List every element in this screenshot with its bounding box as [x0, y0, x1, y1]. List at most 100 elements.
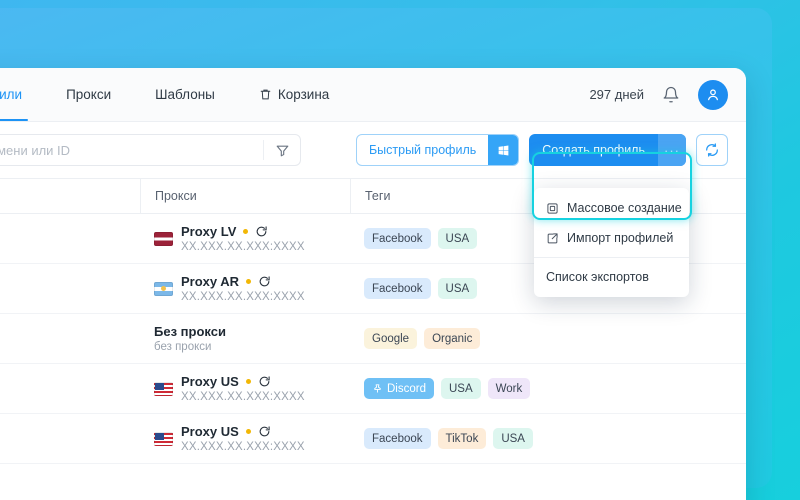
- proxy-name-line: Proxy LV: [181, 224, 305, 239]
- dropdown-separator: [534, 257, 689, 258]
- proxy-address: XX.XXX.XX.XXX:XXXX: [181, 391, 305, 403]
- tag-list: Discord USA Work: [364, 378, 530, 399]
- proxy-name: Proxy US: [181, 424, 239, 439]
- dropdown-item-import-profiles[interactable]: Импорт профилей: [534, 223, 689, 253]
- cell-description: [0, 214, 140, 263]
- reload-icon[interactable]: [258, 425, 271, 438]
- proxy-info: Proxy LV XX.XXX.XX.XXX:XXXX: [181, 224, 305, 253]
- tag-label: Organic: [432, 333, 472, 345]
- reload-icon[interactable]: [258, 375, 271, 388]
- tag-label: Discord: [387, 383, 426, 395]
- proxy-name: Proxy AR: [181, 274, 239, 289]
- dropdown-item-bulk-create-label: Массовое создание: [567, 201, 682, 215]
- tag-list: Google Organic: [364, 328, 480, 349]
- proxy-info: Proxy USXX.XXX.XX.XXX:XXXX: [181, 424, 305, 453]
- tag-discord[interactable]: Discord: [364, 378, 434, 399]
- column-header-description[interactable]: сание: [0, 179, 140, 213]
- tag-label: USA: [501, 433, 525, 445]
- cell-description: [0, 364, 140, 413]
- tag-list: Facebook USA: [364, 278, 477, 299]
- refresh-button[interactable]: [696, 134, 728, 166]
- flag-icon-lv: [154, 232, 173, 246]
- search-box: [0, 134, 301, 166]
- import-icon: [546, 232, 559, 245]
- pin-icon: [372, 383, 383, 394]
- tag-facebook[interactable]: Facebook: [364, 278, 431, 299]
- cell-tags: Discord USA Work: [350, 364, 746, 413]
- tag-usa[interactable]: USA: [493, 428, 533, 449]
- tag-label: Facebook: [372, 433, 423, 445]
- tab-templates[interactable]: Шаблоны: [133, 68, 237, 121]
- search-input[interactable]: [0, 135, 263, 165]
- tag-usa[interactable]: USA: [438, 228, 478, 249]
- proxy-name-line: Proxy US: [181, 374, 305, 389]
- cell-proxy: Proxy LV XX.XXX.XX.XXX:XXXX: [140, 214, 350, 263]
- tag-usa[interactable]: USA: [441, 378, 481, 399]
- dropdown-item-export-list-label: Список экспортов: [546, 270, 649, 284]
- proxy-info: Proxy ARXX.XXX.XX.XXX:XXXX: [181, 274, 305, 303]
- tag-usa[interactable]: USA: [438, 278, 478, 299]
- trash-icon: [259, 88, 272, 101]
- tag-organic[interactable]: Organic: [424, 328, 480, 349]
- status-dot: [246, 429, 251, 434]
- tag-google[interactable]: Google: [364, 328, 417, 349]
- tag-label: Work: [496, 383, 523, 395]
- tag-list: Facebook TikTok USA: [364, 428, 533, 449]
- tag-facebook[interactable]: Facebook: [364, 428, 431, 449]
- tab-profiles[interactable]: фили: [0, 68, 44, 121]
- cell-description: [0, 414, 140, 463]
- tab-profiles-label: фили: [0, 87, 22, 102]
- proxy-name: Proxy US: [181, 374, 239, 389]
- tab-proxies-label: Прокси: [66, 87, 111, 102]
- flag-icon-ar: [154, 282, 173, 296]
- reload-icon[interactable]: [258, 275, 271, 288]
- filter-icon[interactable]: [264, 135, 300, 165]
- dropdown-item-import-profiles-label: Импорт профилей: [567, 231, 673, 245]
- toolbar: Быстрый профиль Создать профиль ···: [0, 122, 746, 178]
- cell-description: [0, 264, 140, 313]
- tab-trash[interactable]: Корзина: [237, 68, 351, 121]
- tab-proxies[interactable]: Прокси: [44, 68, 133, 121]
- cell-proxy: Proxy ARXX.XXX.XX.XXX:XXXX: [140, 264, 350, 313]
- create-profile-button[interactable]: Создать профиль ···: [529, 134, 686, 166]
- quick-profile-label: Быстрый профиль: [357, 135, 488, 165]
- screenshot-stage: фили Прокси Шаблоны Корзина: [0, 0, 800, 500]
- flag-icon-us: [154, 382, 173, 396]
- avatar[interactable]: [698, 80, 728, 110]
- column-header-proxy-label: Прокси: [155, 189, 197, 203]
- status-dot: [243, 229, 248, 234]
- cell-proxy: Proxy USXX.XXX.XX.XXX:XXXX: [140, 414, 350, 463]
- copy-icon: [546, 202, 559, 215]
- proxy-address: XX.XXX.XX.XXX:XXXX: [181, 241, 305, 253]
- tag-label: Facebook: [372, 283, 423, 295]
- reload-icon[interactable]: [255, 225, 268, 238]
- tab-trash-label: Корзина: [278, 87, 329, 102]
- refresh-icon: [704, 142, 720, 158]
- days-remaining: 297 дней: [589, 87, 644, 102]
- tag-facebook[interactable]: Facebook: [364, 228, 431, 249]
- cell-proxy: Proxy US XX.XXX.XX.XXX:XXXX: [140, 364, 350, 413]
- create-profile-more-button[interactable]: ···: [658, 134, 686, 166]
- cell-description: [0, 314, 140, 363]
- cell-tags: Facebook TikTok USA: [350, 414, 746, 463]
- quick-profile-button[interactable]: Быстрый профиль: [356, 134, 519, 166]
- bell-icon[interactable]: [662, 86, 680, 104]
- windows-icon[interactable]: [488, 135, 518, 165]
- column-header-proxy[interactable]: Прокси: [140, 179, 350, 213]
- proxy-name-line: Proxy US: [181, 424, 305, 439]
- tag-work[interactable]: Work: [488, 378, 531, 399]
- table-row[interactable]: Proxy US XX.XXX.XX.XXX:XXXX Discord USA Work: [0, 364, 746, 414]
- dropdown-item-export-list[interactable]: Список экспортов: [534, 262, 689, 292]
- tag-tiktok[interactable]: TikTok: [438, 428, 487, 449]
- cell-proxy: Без проксибез прокси: [140, 314, 350, 363]
- tag-label: USA: [446, 233, 470, 245]
- proxy-name-line: Proxy AR: [181, 274, 305, 289]
- tag-label: Facebook: [372, 233, 423, 245]
- proxy-info: Без проксибез прокси: [154, 324, 226, 353]
- table-row[interactable]: Без проксибез прокси Google Organic: [0, 314, 746, 364]
- table-row[interactable]: Proxy USXX.XXX.XX.XXX:XXXX Facebook TikTok…: [0, 414, 746, 464]
- tab-templates-label: Шаблоны: [155, 87, 215, 102]
- dropdown-item-bulk-create[interactable]: Массовое создание: [534, 193, 689, 223]
- column-header-tags-label: Теги: [365, 189, 390, 203]
- toolbar-actions: Быстрый профиль Создать профиль ···: [356, 134, 728, 166]
